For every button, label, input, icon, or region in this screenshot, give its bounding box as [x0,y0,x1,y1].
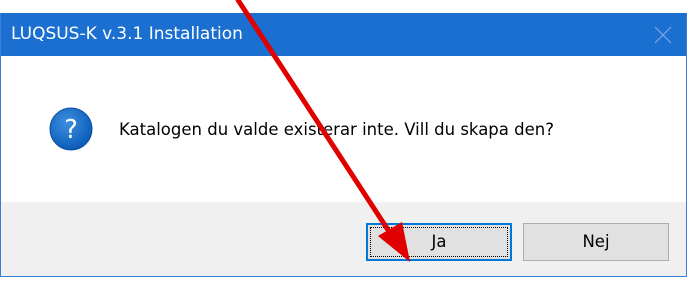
window-title: LUQSUS-K v.3.1 Installation [11,24,243,44]
svg-text:?: ? [64,115,78,145]
yes-button[interactable]: Ja [366,223,512,261]
message-area: ? Katalogen du valde existerar inte. Vil… [1,56,686,202]
no-button-label: Nej [582,232,610,251]
installation-dialog: LUQSUS-K v.3.1 Installation ? Katalogen … [0,13,687,277]
close-button[interactable] [640,13,686,56]
close-icon [654,26,672,44]
button-bar: Ja Nej [1,202,686,276]
focus-ring [370,227,508,257]
question-icon: ? [49,107,93,151]
title-bar[interactable]: LUQSUS-K v.3.1 Installation [1,13,686,56]
message-text: Katalogen du valde existerar inte. Vill … [119,120,554,139]
no-button[interactable]: Nej [523,223,669,261]
